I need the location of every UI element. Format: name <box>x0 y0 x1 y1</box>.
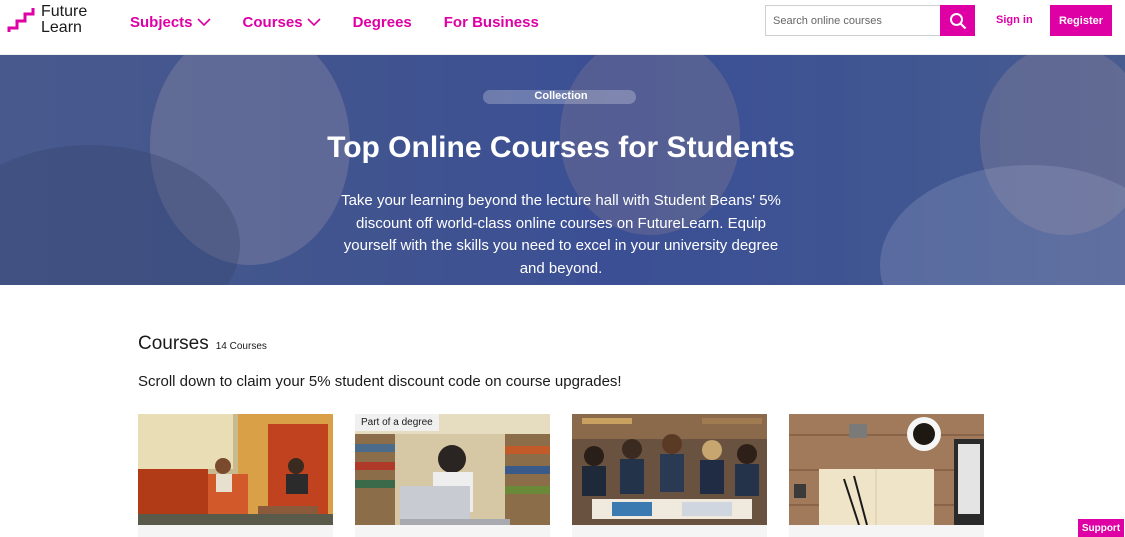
courses-title: Courses <box>138 333 209 354</box>
logo-line-1: Future <box>41 3 88 20</box>
site-header: Future Learn Subjects Courses Degrees Fo… <box>0 0 1125 55</box>
logo-wordmark: Future Learn <box>41 4 87 36</box>
card-footer <box>789 525 984 537</box>
courses-heading: Courses 14 Courses <box>138 333 267 355</box>
collection-tag: Collection <box>534 90 588 102</box>
students-studying-library-image <box>138 414 333 525</box>
card-footer <box>572 525 767 537</box>
desk-notebook-coffee-image <box>789 414 984 525</box>
register-button[interactable]: Register <box>1050 5 1112 36</box>
course-card[interactable] <box>138 414 333 537</box>
chevron-down-icon <box>306 17 321 26</box>
logo-line-2: Learn <box>41 19 82 36</box>
search-button[interactable] <box>940 5 975 36</box>
nav-courses[interactable]: Courses <box>243 14 321 31</box>
nav-for-business[interactable]: For Business <box>444 14 539 31</box>
chevron-down-icon <box>196 17 211 26</box>
nav-degrees[interactable]: Degrees <box>353 14 412 31</box>
card-footer <box>355 525 550 537</box>
search-box <box>765 5 975 36</box>
student-group-reading-image <box>572 414 767 525</box>
nav-subjects-label: Subjects <box>130 13 193 31</box>
nav-courses-label: Courses <box>242 13 303 31</box>
page-title: Top Online Courses for Students <box>327 131 795 164</box>
search-input[interactable] <box>766 6 941 35</box>
futurelearn-logo[interactable]: Future Learn <box>7 4 87 36</box>
nav-subjects[interactable]: Subjects <box>130 14 211 31</box>
part-of-degree-badge: Part of a degree <box>355 414 439 431</box>
nav-for-business-label: For Business <box>443 13 539 31</box>
sign-in-link[interactable]: Sign in <box>996 14 1033 26</box>
course-card[interactable] <box>572 414 767 537</box>
search-icon <box>949 12 966 29</box>
course-card[interactable] <box>355 414 550 537</box>
support-button[interactable]: Support <box>1078 519 1124 537</box>
courses-subtitle: Scroll down to claim your 5% student dis… <box>138 373 622 390</box>
course-card[interactable] <box>789 414 984 537</box>
hero-banner: Collection Top Online Courses for Studen… <box>0 55 1125 285</box>
card-footer <box>138 525 333 537</box>
main-nav: Subjects Courses Degrees For Business <box>130 0 571 44</box>
hero-description: Take your learning beyond the lecture ha… <box>341 192 781 277</box>
logo-stairs-icon <box>7 8 35 32</box>
hero-content: Collection Top Online Courses for Studen… <box>0 55 1125 285</box>
courses-count: 14 Courses <box>215 341 267 352</box>
nav-degrees-label: Degrees <box>352 13 412 31</box>
